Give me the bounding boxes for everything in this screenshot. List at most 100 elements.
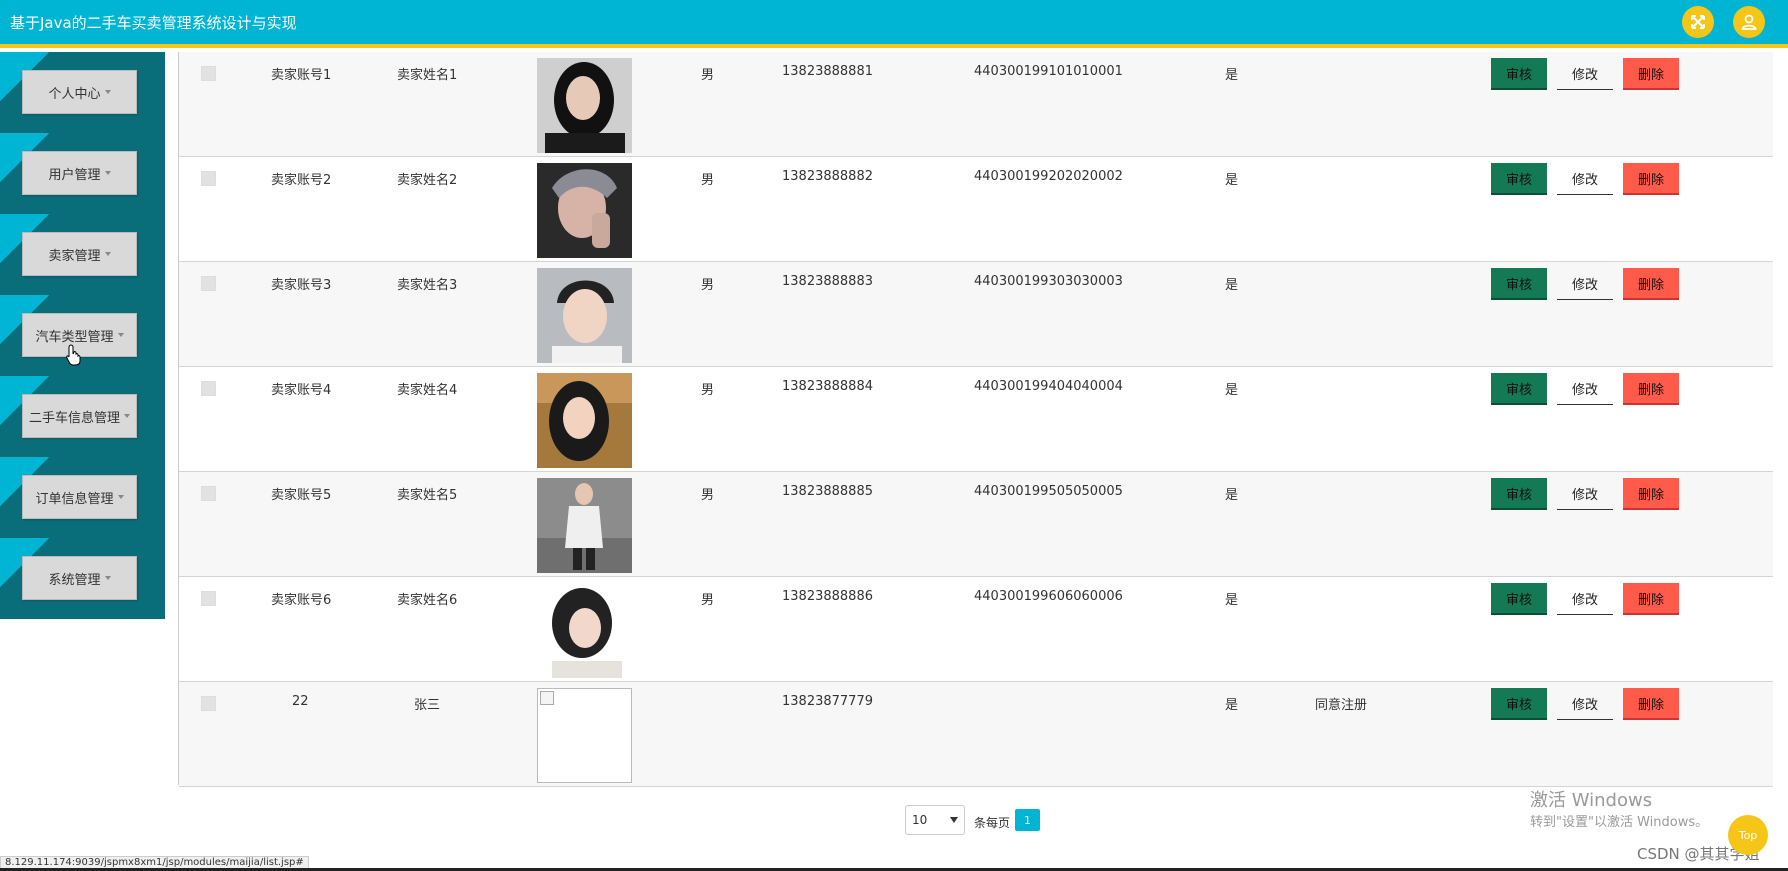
sidebar-item-seller-management[interactable]: 卖家管理 — [0, 214, 165, 295]
sidebar-item-order-management[interactable]: 订单信息管理 — [0, 457, 165, 538]
edit-button[interactable]: 修改 — [1557, 688, 1613, 720]
seller-account: 卖家账号6 — [271, 593, 332, 608]
sidebar-button[interactable]: 卖家管理 — [22, 232, 137, 276]
broken-image-icon — [537, 688, 632, 783]
seller-name: 卖家姓名1 — [397, 68, 458, 83]
table-row: 卖家账号6 卖家姓名6 男 13823888886 44030019960606… — [179, 577, 1773, 682]
sidebar-button[interactable]: 个人中心 — [22, 70, 137, 114]
seller-name: 张三 — [414, 698, 441, 713]
seller-name: 卖家姓名5 — [397, 488, 458, 503]
user-button[interactable] — [1733, 6, 1765, 38]
seller-phone: 13823888885 — [782, 484, 873, 499]
audit-button[interactable]: 审核 — [1491, 58, 1547, 90]
caret-down-icon — [104, 252, 111, 256]
seller-photo — [537, 163, 632, 258]
sidebar-item-system-management[interactable]: 系统管理 — [0, 538, 165, 619]
hand-cursor-icon — [66, 344, 81, 366]
caret-down-icon — [104, 171, 111, 175]
seller-id-card: 440300199202020002 — [974, 169, 1123, 184]
audit-button[interactable]: 审核 — [1491, 688, 1547, 720]
seller-approved: 是 — [1225, 593, 1239, 608]
sidebar-item-label: 二手车信息管理 — [28, 410, 120, 426]
row-checkbox[interactable] — [201, 171, 216, 186]
table-row: 卖家账号1 卖家姓名1 男 13823888881 44030019910101… — [179, 52, 1773, 157]
sidebar: 个人中心 用户管理 卖家管理 汽车类型管理 二手车信息管理 订单信息管理 系统管… — [0, 52, 165, 619]
audit-button[interactable]: 审核 — [1491, 373, 1547, 405]
sidebar-button[interactable]: 用户管理 — [22, 151, 137, 195]
sidebar-item-label: 个人中心 — [48, 86, 101, 102]
page-number-current[interactable]: 1 — [1015, 809, 1040, 831]
seller-phone: 13823888881 — [782, 64, 873, 79]
sidebar-item-label: 订单信息管理 — [35, 491, 114, 507]
row-checkbox[interactable] — [201, 486, 216, 501]
sidebar-item-user-management[interactable]: 用户管理 — [0, 133, 165, 214]
page-size-select[interactable]: 10 — [905, 805, 965, 835]
seller-account: 卖家账号3 — [271, 278, 332, 293]
windows-activation-title: 激活 Windows — [1530, 790, 1653, 811]
delete-button[interactable]: 删除 — [1623, 163, 1679, 195]
windows-activation-subtitle: 转到"设置"以激活 Windows。 — [1530, 815, 1709, 830]
edit-button[interactable]: 修改 — [1557, 268, 1613, 300]
caret-down-icon — [124, 414, 130, 418]
sidebar-item-used-car-management[interactable]: 二手车信息管理 — [0, 376, 165, 457]
seller-approved: 是 — [1225, 68, 1239, 83]
table-row: 卖家账号4 卖家姓名4 男 13823888884 44030019940404… — [179, 367, 1773, 472]
sidebar-item-label: 系统管理 — [48, 572, 101, 588]
delete-button[interactable]: 删除 — [1623, 268, 1679, 300]
row-checkbox[interactable] — [201, 276, 216, 291]
seller-account: 卖家账号5 — [271, 488, 332, 503]
seller-gender: 男 — [701, 383, 715, 398]
back-to-top-button[interactable]: Top — [1728, 815, 1768, 855]
delete-button[interactable]: 删除 — [1623, 478, 1679, 510]
audit-button[interactable]: 审核 — [1491, 583, 1547, 615]
audit-button[interactable]: 审核 — [1491, 163, 1547, 195]
seller-name: 卖家姓名6 — [397, 593, 458, 608]
sidebar-item-label: 汽车类型管理 — [35, 329, 114, 345]
row-checkbox[interactable] — [201, 66, 216, 81]
sidebar-button[interactable]: 系统管理 — [22, 556, 137, 600]
sidebar-button[interactable]: 二手车信息管理 — [22, 394, 137, 438]
edit-button[interactable]: 修改 — [1557, 478, 1613, 510]
seller-phone: 13823888884 — [782, 379, 873, 394]
edit-button[interactable]: 修改 — [1557, 583, 1613, 615]
caret-down-icon — [117, 495, 124, 499]
caret-down-icon — [104, 90, 111, 94]
seller-account: 卖家账号2 — [271, 173, 332, 188]
audit-button[interactable]: 审核 — [1491, 478, 1547, 510]
edit-button[interactable]: 修改 — [1557, 373, 1613, 405]
approval-reply: 同意注册 — [1315, 698, 1368, 713]
seller-id-card: 440300199505050005 — [974, 484, 1123, 499]
seller-photo — [537, 478, 632, 573]
row-checkbox[interactable] — [201, 591, 216, 606]
seller-id-card: 440300199101010001 — [974, 64, 1123, 79]
edit-button[interactable]: 修改 — [1557, 58, 1613, 90]
row-checkbox[interactable] — [201, 696, 216, 711]
page-size-value: 10 — [912, 813, 928, 827]
delete-button[interactable]: 删除 — [1623, 688, 1679, 720]
seller-name: 卖家姓名2 — [397, 173, 458, 188]
fullscreen-button[interactable] — [1682, 6, 1714, 38]
sidebar-item-car-type-management[interactable]: 汽车类型管理 — [0, 295, 165, 376]
seller-phone: 13823888883 — [782, 274, 873, 289]
seller-photo — [537, 583, 632, 678]
sidebar-item-personal-center[interactable]: 个人中心 — [0, 52, 165, 133]
fullscreen-icon — [1691, 15, 1705, 29]
seller-gender: 男 — [701, 593, 715, 608]
audit-button[interactable]: 审核 — [1491, 268, 1547, 300]
sidebar-button[interactable]: 订单信息管理 — [22, 475, 137, 519]
seller-account: 卖家账号1 — [271, 68, 332, 83]
chevron-down-icon — [950, 817, 958, 823]
delete-button[interactable]: 删除 — [1623, 583, 1679, 615]
seller-approved: 是 — [1225, 278, 1239, 293]
seller-phone: 13823888886 — [782, 589, 873, 604]
edit-button[interactable]: 修改 — [1557, 163, 1613, 195]
seller-account: 卖家账号4 — [271, 383, 332, 398]
table-row: 卖家账号3 卖家姓名3 男 13823888883 44030019930303… — [179, 262, 1773, 367]
seller-gender: 男 — [701, 68, 715, 83]
delete-button[interactable]: 删除 — [1623, 373, 1679, 405]
seller-table: 卖家账号1 卖家姓名1 男 13823888881 44030019910101… — [178, 52, 1773, 787]
delete-button[interactable]: 删除 — [1623, 58, 1679, 90]
seller-name: 卖家姓名3 — [397, 278, 458, 293]
row-checkbox[interactable] — [201, 381, 216, 396]
table-row: 卖家账号2 卖家姓名2 男 13823888882 44030019920202… — [179, 157, 1773, 262]
